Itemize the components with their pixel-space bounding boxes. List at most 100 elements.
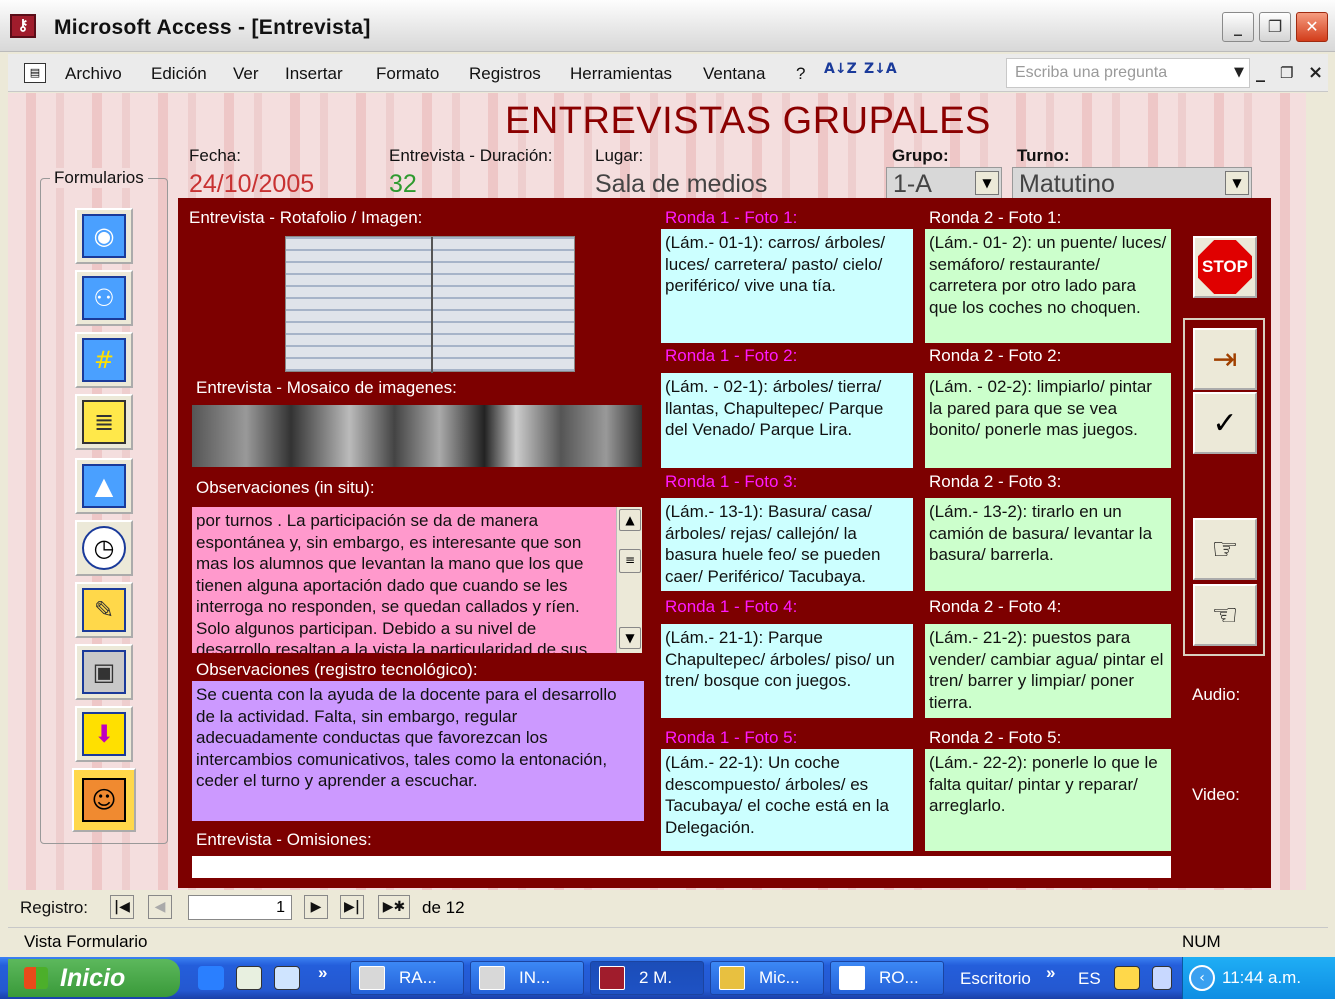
lugar-label: Lugar: (595, 146, 644, 165)
record-total: de 12 (422, 898, 465, 918)
menu-insertar[interactable]: Insertar (285, 64, 343, 84)
menu-edicion[interactable]: Edición (151, 64, 207, 84)
menu-help[interactable]: ? (796, 64, 805, 84)
camera-form-button[interactable]: ◉ (75, 208, 133, 264)
ronda1-foto1-text[interactable]: (Lám.- 01-1): carros/ árboles/ luces/ ca… (661, 229, 913, 343)
fecha-value[interactable]: 24/10/2005 (189, 170, 314, 199)
notes-form-button[interactable]: ≣ (75, 394, 133, 450)
lugar-value[interactable]: Sala de medios (595, 170, 767, 199)
status-bar: Vista Formulario NUM (8, 927, 1328, 955)
toolbar-more-icon[interactable]: » (1046, 963, 1055, 983)
accept-button[interactable]: ✓ (1193, 392, 1257, 454)
ronda1-foto3-text[interactable]: (Lám.- 13-1): Basura/ casa/ árboles/ rej… (661, 498, 913, 591)
restore-button[interactable]: ❐ (1259, 12, 1291, 42)
cassette-form-button[interactable]: ▣ (75, 644, 133, 700)
shapes-form-button[interactable]: ▲ (75, 458, 133, 514)
new-record-button[interactable]: ▶✱ (378, 895, 410, 919)
previous-button[interactable]: ☜ (1193, 584, 1257, 646)
doc-restore-button[interactable]: ❐ (1280, 64, 1293, 82)
quicklaunch-more-icon[interactable]: » (318, 963, 327, 983)
numbers-form-button[interactable]: # (75, 332, 133, 388)
internet-explorer-icon[interactable] (198, 966, 224, 990)
tray-expand-icon[interactable]: ‹ (1189, 965, 1215, 991)
duracion-label: Entrevista - Duración: (389, 146, 553, 165)
menu-formato[interactable]: Formato (376, 64, 439, 84)
form-menu-icon[interactable]: ▤ (24, 63, 46, 83)
sort-ascending-icon[interactable]: A↓Z (824, 61, 857, 77)
exit-button[interactable]: ⇥ (1193, 328, 1257, 390)
desktop-icon[interactable] (236, 966, 262, 990)
taskbar: Inicio » RA... IN... 2 M. Mic... RO... E… (0, 957, 1335, 999)
close-button[interactable]: ✕ (1296, 12, 1328, 42)
obs-situ-scrollbar[interactable]: ▲ ≡ ▼ (616, 507, 642, 653)
desktop-toolbar-label[interactable]: Escritorio (960, 969, 1031, 989)
edit-form-button[interactable]: ✎ (75, 582, 133, 638)
previous-record-button[interactable]: ◀ (148, 895, 172, 919)
sort-descending-icon[interactable]: Z↓A (864, 61, 897, 77)
scroll-up-icon[interactable]: ▲ (619, 509, 641, 531)
menu-ver[interactable]: Ver (233, 64, 259, 84)
taskbar-item-label: RO... (879, 968, 919, 987)
formularios-label: Formularios (50, 168, 148, 188)
clock: 11:44 a.m. (1222, 968, 1302, 987)
help-tray-icon[interactable] (1114, 966, 1140, 990)
stop-button[interactable]: STOP (1193, 236, 1257, 298)
fecha-label: Fecha: (189, 146, 241, 165)
scroll-down-icon[interactable]: ▼ (619, 627, 641, 649)
duracion-value[interactable]: 32 (389, 170, 417, 199)
doc-minimize-button[interactable]: _ (1256, 62, 1265, 83)
help-dropdown-icon[interactable]: ▼ (1234, 65, 1244, 80)
turno-combo[interactable]: Matutino ▼ (1012, 167, 1252, 199)
ronda1-foto2-text[interactable]: (Lám. - 02-1): árboles/ tierra/ llantas,… (661, 373, 913, 468)
network-tray-icon[interactable] (1152, 966, 1172, 990)
timer-form-button[interactable]: ◷ (75, 520, 133, 576)
language-indicator[interactable]: ES (1078, 969, 1101, 989)
ronda2-foto4-text[interactable]: (Lám.- 21-2): puestos para vender/ cambi… (925, 624, 1171, 718)
ronda1-foto4-text[interactable]: (Lám.- 21-1): Parque Chapultepec/ árbole… (661, 624, 913, 718)
obs-tec-textarea[interactable]: Se cuenta con la ayuda de la docente par… (192, 681, 644, 821)
first-record-button[interactable]: |◀ (110, 895, 134, 919)
start-button[interactable]: Inicio (8, 959, 180, 997)
obs-situ-textarea[interactable]: por turnos . La participación se da de m… (192, 507, 616, 653)
ronda2-foto3-text[interactable]: (Lám.- 13-2): tirarlo en un camión de ba… (925, 498, 1171, 591)
taskbar-item-label: RA... (399, 968, 437, 987)
ronda1-foto2-label: Ronda 1 - Foto 2: (665, 346, 798, 365)
access-app-icon[interactable]: ⚷ (10, 14, 36, 38)
chevron-down-icon[interactable]: ▼ (1225, 171, 1249, 195)
ronda2-foto1-text[interactable]: (Lám.- 01- 2): un puente/ luces/ semáfor… (925, 229, 1171, 343)
taskbar-item-ro[interactable]: RO... (830, 961, 944, 995)
shapes-icon: ▲ (82, 464, 126, 508)
access-window: ⚷ Microsoft Access - [Entrevista] _ ❐ ✕ … (0, 0, 1335, 999)
grupo-combo[interactable]: 1-A ▼ (886, 167, 1002, 199)
menu-archivo[interactable]: Archivo (65, 64, 122, 84)
taskbar-item-mic[interactable]: Mic... (710, 961, 824, 995)
group-form-button[interactable]: ⚇ (75, 270, 133, 326)
scroll-thumb[interactable]: ≡ (619, 549, 641, 573)
ronda2-foto5-text[interactable]: (Lám.- 22-2): ponerle lo que le falta qu… (925, 749, 1171, 851)
next-record-button[interactable]: ▶ (304, 895, 328, 919)
paint-icon (719, 966, 745, 990)
record-number-input[interactable]: 1 (188, 895, 292, 920)
menu-herramientas[interactable]: Herramientas (570, 64, 672, 84)
report-form-button[interactable]: ☺ (72, 768, 136, 832)
doc-close-button[interactable]: × (1308, 62, 1323, 83)
ronda2-foto2-text[interactable]: (Lám. - 02-2): limpiarlo/ pintar la pare… (925, 373, 1171, 468)
chevron-down-icon[interactable]: ▼ (975, 171, 999, 195)
ronda1-foto1-label: Ronda 1 - Foto 1: (665, 208, 798, 227)
minimize-button[interactable]: _ (1222, 12, 1254, 42)
taskbar-item-in[interactable]: IN... (470, 961, 584, 995)
menu-registros[interactable]: Registros (469, 64, 541, 84)
menu-ventana[interactable]: Ventana (703, 64, 765, 84)
registro-label: Registro: (20, 898, 89, 917)
next-button[interactable]: ☞ (1193, 518, 1257, 580)
download-form-button[interactable]: ⬇ (75, 706, 133, 762)
taskbar-item-ra[interactable]: RA... (350, 961, 464, 995)
mosaico-image (192, 405, 642, 467)
omisiones-input[interactable] (192, 856, 1171, 878)
outlook-icon[interactable] (274, 966, 300, 990)
help-question-input[interactable]: Escriba una pregunta (1006, 58, 1250, 88)
last-record-button[interactable]: ▶| (340, 895, 364, 919)
grupo-label: Grupo: (892, 146, 949, 165)
ronda1-foto5-text[interactable]: (Lám.- 22-1): Un coche descompuesto/ árb… (661, 749, 913, 851)
taskbar-item-access[interactable]: 2 M. (590, 961, 704, 995)
